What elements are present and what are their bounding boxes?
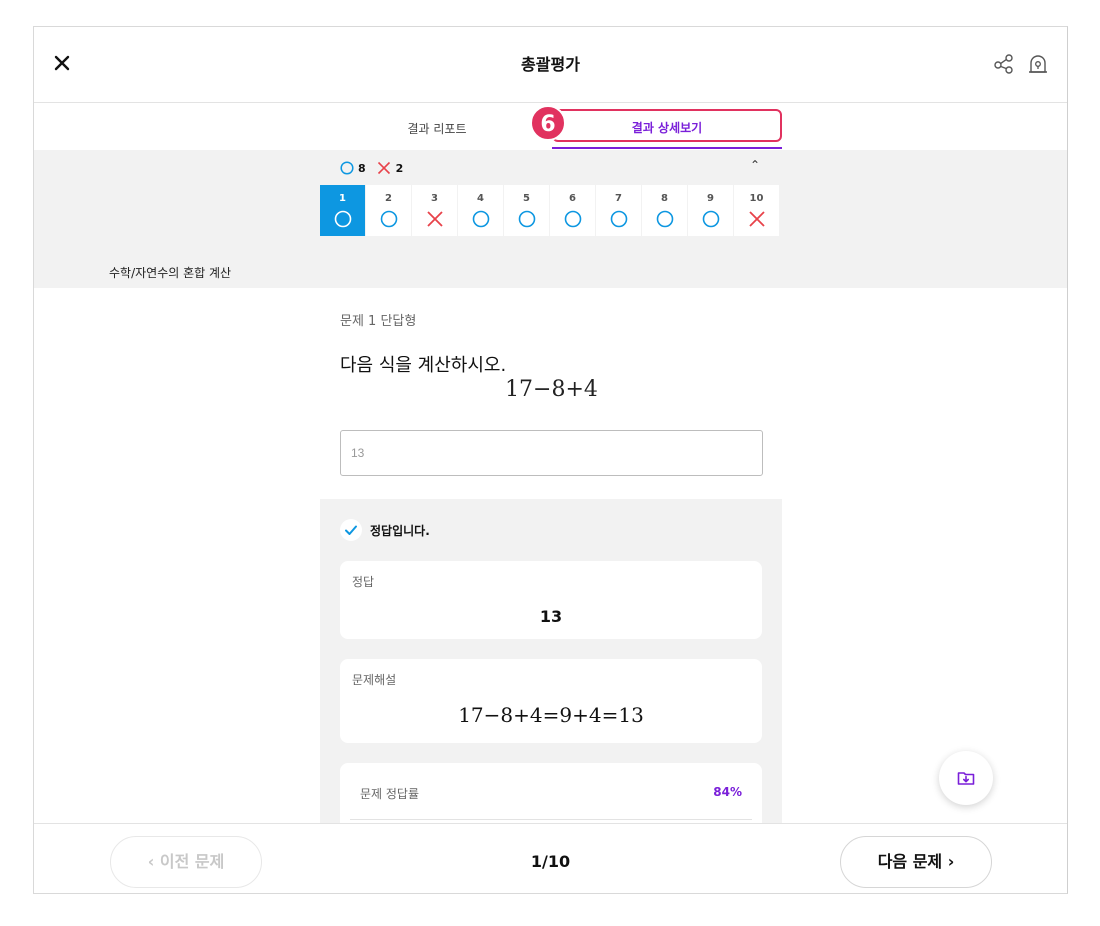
wrong-icon xyxy=(427,211,443,227)
question-number: 1 xyxy=(339,193,346,204)
question-tab-2[interactable]: 2 xyxy=(366,185,412,236)
save-button[interactable] xyxy=(939,751,993,805)
question-number: 10 xyxy=(749,193,764,204)
question-type: 문제 1 단답형 xyxy=(340,314,417,329)
question-number: 6 xyxy=(569,193,576,204)
question-number: 7 xyxy=(615,193,622,204)
answer-field[interactable]: 13 xyxy=(340,430,763,476)
top-bar: 총괄평가 xyxy=(34,27,1067,103)
result-summary: 8 2 xyxy=(340,160,403,176)
answer-value: 13 xyxy=(539,607,563,626)
tab-bar: 결과 리포트 결과 상세보기 6 xyxy=(34,104,1067,150)
result-panel: 정답입니다. 정답 13 문제해설 17−8+4=9+4=13 문제 정답률 8… xyxy=(320,499,782,843)
answer-card: 정답 13 xyxy=(340,561,762,639)
question-tab-9[interactable]: 9 xyxy=(688,185,734,236)
step-badge: 6 xyxy=(530,105,566,141)
bottom-navigation: ‹ 이전 문제 1/10 다음 문제 › xyxy=(34,823,1067,893)
explanation-label: 문제해설 xyxy=(352,673,397,687)
correct-icon xyxy=(380,210,398,228)
correct-icon xyxy=(610,210,628,228)
active-tab-indicator xyxy=(552,147,782,149)
wrong-icon xyxy=(377,161,390,175)
check-icon xyxy=(340,519,362,541)
tab-result-report[interactable]: 결과 리포트 xyxy=(322,120,552,137)
question-number: 5 xyxy=(523,193,530,204)
wrong-icon xyxy=(749,211,765,227)
share-button[interactable] xyxy=(991,51,1017,77)
question-tab-5[interactable]: 5 xyxy=(504,185,550,236)
correct-icon xyxy=(702,210,720,228)
correct-icon xyxy=(472,210,490,228)
share-icon xyxy=(994,54,1013,74)
correct-icon xyxy=(564,210,582,228)
correct-count: 8 xyxy=(358,161,366,175)
question-grid: 1 2 3 4 5 6 7 8 9 10 xyxy=(320,185,780,236)
chevron-up-icon: ⌃ xyxy=(750,158,761,172)
correct-icon xyxy=(518,210,536,228)
correct-icon xyxy=(334,210,352,228)
explanation-card: 문제해설 17−8+4=9+4=13 xyxy=(340,659,762,743)
question-number: 3 xyxy=(431,193,438,204)
correct-rate-label: 문제 정답률 xyxy=(360,787,420,801)
alarm-button[interactable] xyxy=(1025,51,1051,77)
correct-icon xyxy=(340,161,354,175)
siren-icon xyxy=(1029,55,1047,73)
question-tab-10[interactable]: 10 xyxy=(734,185,780,236)
question-tab-1[interactable]: 1 xyxy=(320,185,366,236)
category-label: 수학/자연수의 혼합 계산 xyxy=(109,266,232,280)
page-title: 총괄평가 xyxy=(521,55,580,74)
collapse-button[interactable]: ⌃ xyxy=(750,158,760,172)
question-number: 9 xyxy=(707,193,714,204)
tab-result-detail[interactable]: 결과 상세보기 xyxy=(552,109,782,142)
correct-icon xyxy=(656,210,674,228)
correct-rate-value: 84% xyxy=(713,785,742,799)
question-number: 2 xyxy=(385,193,392,204)
question-tab-4[interactable]: 4 xyxy=(458,185,504,236)
question-formula: 17−8+4 xyxy=(505,377,598,402)
app-window: 총괄평가 결과 리포트 결과 상세보기 6 8 2 ⌃ 1 2 3 4 5 6 … xyxy=(33,26,1068,894)
wrong-count: 2 xyxy=(395,161,404,175)
answer-label: 정답 xyxy=(352,575,375,589)
next-question-button[interactable]: 다음 문제 › xyxy=(840,836,992,888)
explanation-formula: 17−8+4=9+4=13 xyxy=(458,703,644,727)
folder-download-icon xyxy=(957,772,975,785)
question-tab-7[interactable]: 7 xyxy=(596,185,642,236)
question-navigator: 8 2 ⌃ 1 2 3 4 5 6 7 8 9 10 수학/자연수의 혼합 계산 xyxy=(34,150,1067,288)
question-tab-8[interactable]: 8 xyxy=(642,185,688,236)
question-tab-6[interactable]: 6 xyxy=(550,185,596,236)
question-number: 8 xyxy=(661,193,668,204)
result-status-text: 정답입니다. xyxy=(370,523,430,538)
question-tab-3[interactable]: 3 xyxy=(412,185,458,236)
divider xyxy=(350,819,752,820)
result-status: 정답입니다. xyxy=(340,519,430,541)
question-text: 다음 식을 계산하시오. xyxy=(340,355,507,376)
question-number: 4 xyxy=(477,193,484,204)
